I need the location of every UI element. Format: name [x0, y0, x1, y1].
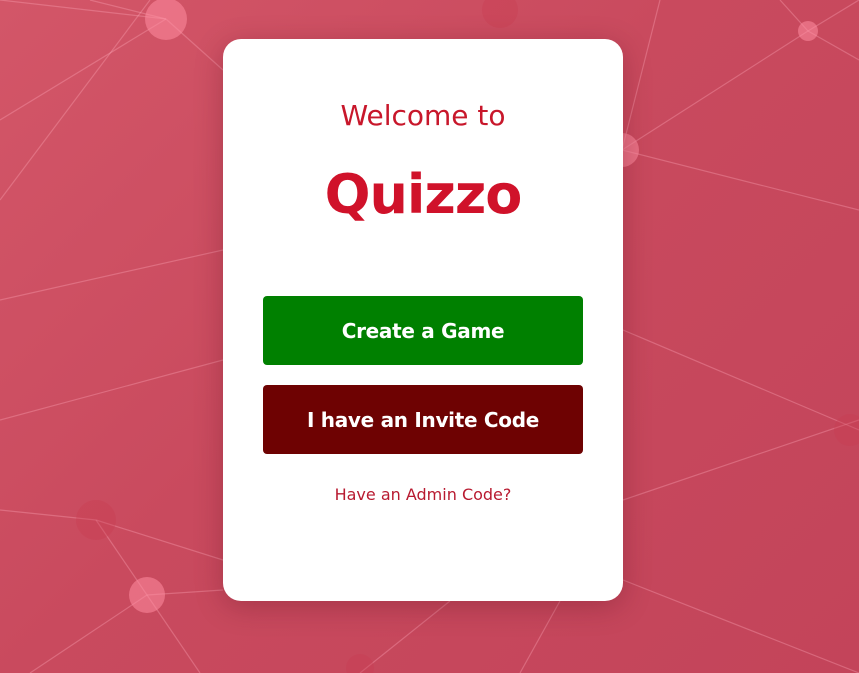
welcome-card: Welcome to Quizzo Create a Game I have a… — [223, 39, 623, 601]
admin-code-link[interactable]: Have an Admin Code? — [223, 485, 623, 504]
create-game-button[interactable]: Create a Game — [263, 296, 583, 365]
welcome-heading: Welcome to — [340, 99, 506, 132]
app-title: Quizzo — [324, 163, 523, 226]
invite-code-button[interactable]: I have an Invite Code — [263, 385, 583, 454]
